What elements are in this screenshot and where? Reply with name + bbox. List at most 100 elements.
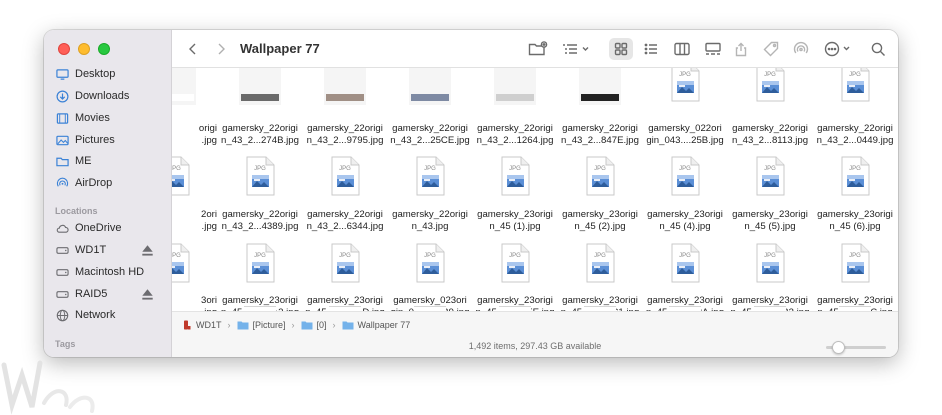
search-button[interactable] <box>870 40 886 58</box>
file-type-badge: JPG <box>424 253 436 259</box>
path-separator: › <box>332 319 336 330</box>
sidebar-item-label: OneDrive <box>75 222 122 234</box>
group-button[interactable] <box>561 40 591 58</box>
file-type-badge: JPG <box>594 253 606 259</box>
close-window-button[interactable] <box>58 43 70 55</box>
column-view-button[interactable] <box>674 40 690 58</box>
sidebar-item-label: Network <box>75 309 116 321</box>
downloads-icon <box>56 90 69 102</box>
path-separator: › <box>291 319 295 330</box>
file-item[interactable]: JPGgamersky_23origin_45_2...79EE.jpg <box>473 68 557 311</box>
airdrop-button[interactable] <box>792 40 810 58</box>
file-item[interactable]: JPGgamersky_023origin_045....DB9.jpg <box>388 68 472 311</box>
path-segment-label: Wallpaper 77 <box>357 319 411 330</box>
path-segment-drive[interactable]: WD1T <box>182 320 222 330</box>
path-segment-folder[interactable]: Wallpaper 77 <box>342 319 411 330</box>
jpg-file-icon: JPG <box>669 243 701 283</box>
cloud-icon <box>56 224 69 233</box>
drive-icon <box>56 246 69 254</box>
usb-drive-icon <box>184 320 191 329</box>
file-item[interactable]: JPG3ori.jpg <box>172 68 217 311</box>
file-type-badge: JPG <box>172 253 181 259</box>
path-segment-label: [0] <box>316 319 327 330</box>
icon-view-button[interactable] <box>613 40 629 58</box>
sidebar-item-raid5[interactable]: RAID5 <box>56 285 166 303</box>
zoom-window-button[interactable] <box>98 43 110 55</box>
tag-button[interactable] <box>762 40 780 58</box>
chevron-right-icon <box>218 43 225 55</box>
sidebar-item-me[interactable]: ME <box>56 152 166 170</box>
pictures-icon <box>56 135 69 145</box>
watermark-graphic <box>1 360 95 415</box>
sidebar-item-label: Macintosh HD <box>75 266 145 278</box>
sidebar-item-label: WD1T <box>75 244 107 256</box>
more-actions-button[interactable] <box>824 40 854 58</box>
list-view-button[interactable] <box>643 40 659 58</box>
gallery-view-button[interactable] <box>704 40 722 58</box>
minimize-window-button[interactable] <box>78 43 90 55</box>
folder-icon <box>56 157 69 166</box>
locations-heading: Locations <box>55 206 98 216</box>
sidebar-item-label: Movies <box>75 112 110 124</box>
folder-badge-icon <box>528 41 548 56</box>
jpg-file-icon: JPG <box>329 243 361 283</box>
share-button[interactable] <box>734 40 748 58</box>
status-bar: 1,492 items, 297.43 GB available <box>172 337 898 357</box>
window-title: Wallpaper 77 <box>240 41 320 56</box>
file-name-line1: 3ori <box>201 295 217 306</box>
sidebar-item-label: Downloads <box>75 90 130 102</box>
sidebar-item-pictures[interactable]: Pictures <box>56 131 166 149</box>
sidebar-item-downloads[interactable]: Downloads <box>56 87 166 105</box>
sidebar-item-movies[interactable]: Movies <box>56 109 166 127</box>
drive-icon <box>56 290 69 298</box>
file-type-badge: JPG <box>679 253 691 259</box>
search-icon <box>871 42 885 56</box>
toolbar: Wallpaper 77 <box>172 30 898 68</box>
file-item[interactable]: JPGgamersky_23origin_45_2...5EB3.jpg <box>728 68 812 311</box>
back-button[interactable] <box>186 40 200 58</box>
folder-icon <box>342 321 354 329</box>
sidebar-item-onedrive[interactable]: OneDrive <box>56 219 166 237</box>
file-type-badge: JPG <box>764 253 776 259</box>
path-segment-folder[interactable]: [0] <box>301 320 327 330</box>
airdrop-icon <box>56 177 69 187</box>
file-item[interactable]: JPGgamersky_23origin_45_2...9E1D.jpg <box>303 68 387 311</box>
icon-size-slider-knob[interactable] <box>832 341 845 354</box>
finder-window: Desktop Downloads Movies Pictures ME Air… <box>44 30 898 357</box>
jpg-file-icon: JPG <box>414 243 446 283</box>
sidebar-item-desktop[interactable]: Desktop <box>56 65 166 83</box>
sidebar-item-airdrop[interactable]: AirDrop <box>56 174 166 192</box>
file-type-badge: JPG <box>254 253 266 259</box>
file-item[interactable]: JPGgamersky_23origin_45_2...ABC.jpg <box>813 68 897 311</box>
drive-icon <box>56 268 69 276</box>
share-icon <box>735 42 747 57</box>
tag-icon <box>763 41 779 57</box>
sidebar-item-label: Pictures <box>75 134 115 146</box>
jpg-file-icon: JPG <box>584 243 616 283</box>
gallery-icon <box>705 42 721 55</box>
file-item[interactable]: JPGgamersky_23origin_45_2...412A.jpg <box>643 68 727 311</box>
sidebar-item-macintosh-hd[interactable]: Macintosh HD <box>56 263 166 281</box>
jpg-file-icon: JPG <box>839 243 871 283</box>
window-controls <box>58 43 110 55</box>
eject-icon[interactable] <box>141 288 154 301</box>
sidebar-item-network[interactable]: Network <box>56 306 166 324</box>
eject-icon[interactable] <box>141 244 154 257</box>
file-item[interactable]: JPGgamersky_23origin_45_2...12C1.jpg <box>558 68 642 311</box>
path-segment-folder[interactable]: [Picture] <box>237 320 286 330</box>
sidebar: Desktop Downloads Movies Pictures ME Air… <box>44 30 172 357</box>
jpg-file-icon: JPG <box>244 243 276 283</box>
status-text: 1,492 items, 297.43 GB available <box>468 341 602 351</box>
path-bar: WD1T › [Picture] › [0] › Wallpaper 77 <box>172 311 898 337</box>
jpg-file-icon: JPG <box>754 243 786 283</box>
sidebar-item-wd1t[interactable]: WD1T <box>56 241 166 259</box>
path-segment-label: [Picture] <box>252 319 286 330</box>
file-item[interactable]: JPGgamersky_23origin_45_2...6FA2.jpg <box>218 68 302 311</box>
path-separator: › <box>227 319 231 330</box>
forward-button[interactable] <box>214 40 228 58</box>
airdrop-icon <box>793 41 809 54</box>
list-icon <box>644 43 657 55</box>
network-icon <box>56 309 69 321</box>
new-folder-button[interactable] <box>528 40 548 58</box>
group-list-icon <box>563 44 589 54</box>
